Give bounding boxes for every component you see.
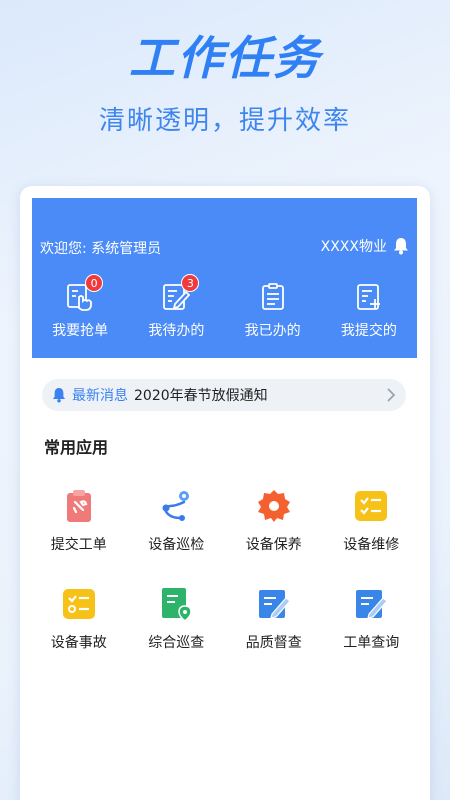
todo-icon: 3 bbox=[161, 274, 200, 312]
todo-badge: 3 bbox=[181, 274, 200, 292]
done-icon bbox=[258, 282, 288, 312]
quick-action-grab-order[interactable]: 0 我要抢单 bbox=[32, 274, 128, 340]
clipboard-wrench-icon bbox=[66, 490, 91, 522]
quick-action-label: 我已办的 bbox=[244, 323, 301, 339]
app-device-maintenance[interactable]: 设备保养 bbox=[225, 488, 323, 554]
notice-bar[interactable]: 最新消息 2020年春节放假通知 bbox=[42, 379, 406, 411]
quick-action-submitted[interactable]: 我提交的 bbox=[321, 282, 417, 340]
app-device-repair[interactable]: 设备维修 bbox=[323, 488, 421, 554]
quick-actions: 0 我要抢单 3 我待办的 我已办的 我提交的 bbox=[32, 274, 417, 340]
grab-order-icon: 0 bbox=[65, 274, 104, 312]
quick-action-done[interactable]: 我已办的 bbox=[225, 282, 321, 340]
document-search-icon bbox=[356, 590, 389, 619]
app-label: 工单查询 bbox=[343, 635, 400, 651]
company-name: XXXX物业 bbox=[320, 239, 387, 255]
app-label: 设备维修 bbox=[343, 537, 400, 553]
gear-icon bbox=[257, 490, 290, 522]
hero-title: 工作任务 bbox=[129, 31, 321, 85]
app-label: 设备事故 bbox=[50, 635, 107, 651]
checklist-alert-icon bbox=[62, 589, 95, 619]
document-edit-icon bbox=[258, 590, 291, 619]
app-ticket-query[interactable]: 工单查询 bbox=[323, 586, 421, 652]
company-selector[interactable]: XXXX物业 bbox=[321, 236, 409, 256]
quick-action-label: 我要抢单 bbox=[52, 323, 109, 339]
bell-icon bbox=[52, 388, 66, 403]
bell-icon[interactable] bbox=[393, 237, 409, 255]
notice-text: 2020年春节放假通知 bbox=[134, 388, 268, 404]
welcome-text: 欢迎您: 系统管理员 bbox=[40, 241, 162, 257]
grab-order-badge: 0 bbox=[85, 274, 104, 292]
app-screen-card: 欢迎您: 系统管理员 XXXX物业 0 我要抢单 3 我待办的 我已办的 我提交… bbox=[20, 186, 430, 800]
chevron-right-icon bbox=[387, 388, 396, 402]
app-quality-supervision[interactable]: 品质督查 bbox=[225, 586, 323, 652]
document-location-icon bbox=[162, 588, 193, 622]
app-label: 品质督查 bbox=[245, 635, 302, 651]
notice-tag: 最新消息 bbox=[72, 388, 128, 404]
app-device-inspection[interactable]: 设备巡检 bbox=[128, 488, 226, 554]
app-label: 综合巡查 bbox=[148, 635, 205, 651]
submitted-icon bbox=[354, 282, 384, 312]
quick-action-label: 我提交的 bbox=[340, 323, 397, 339]
dashboard-header: 欢迎您: 系统管理员 XXXX物业 0 我要抢单 3 我待办的 我已办的 我提交… bbox=[32, 198, 417, 358]
quick-action-todo[interactable]: 3 我待办的 bbox=[128, 274, 224, 340]
app-device-accident[interactable]: 设备事故 bbox=[30, 586, 128, 652]
checklist-icon bbox=[355, 491, 388, 521]
app-comprehensive-patrol[interactable]: 综合巡查 bbox=[128, 586, 226, 652]
app-grid: 提交工单 设备巡检 设备保养 设备维修 设备事故 综合巡查 品质督查 工单查询 bbox=[30, 488, 420, 652]
app-submit-ticket[interactable]: 提交工单 bbox=[30, 488, 128, 554]
quick-action-label: 我待办的 bbox=[148, 323, 205, 339]
section-title-common-apps: 常用应用 bbox=[44, 438, 109, 457]
app-label: 提交工单 bbox=[50, 537, 107, 553]
hero-subtitle: 清晰透明，提升效率 bbox=[98, 106, 351, 136]
route-icon bbox=[162, 491, 190, 521]
app-label: 设备保养 bbox=[245, 537, 302, 553]
app-label: 设备巡检 bbox=[148, 537, 205, 553]
